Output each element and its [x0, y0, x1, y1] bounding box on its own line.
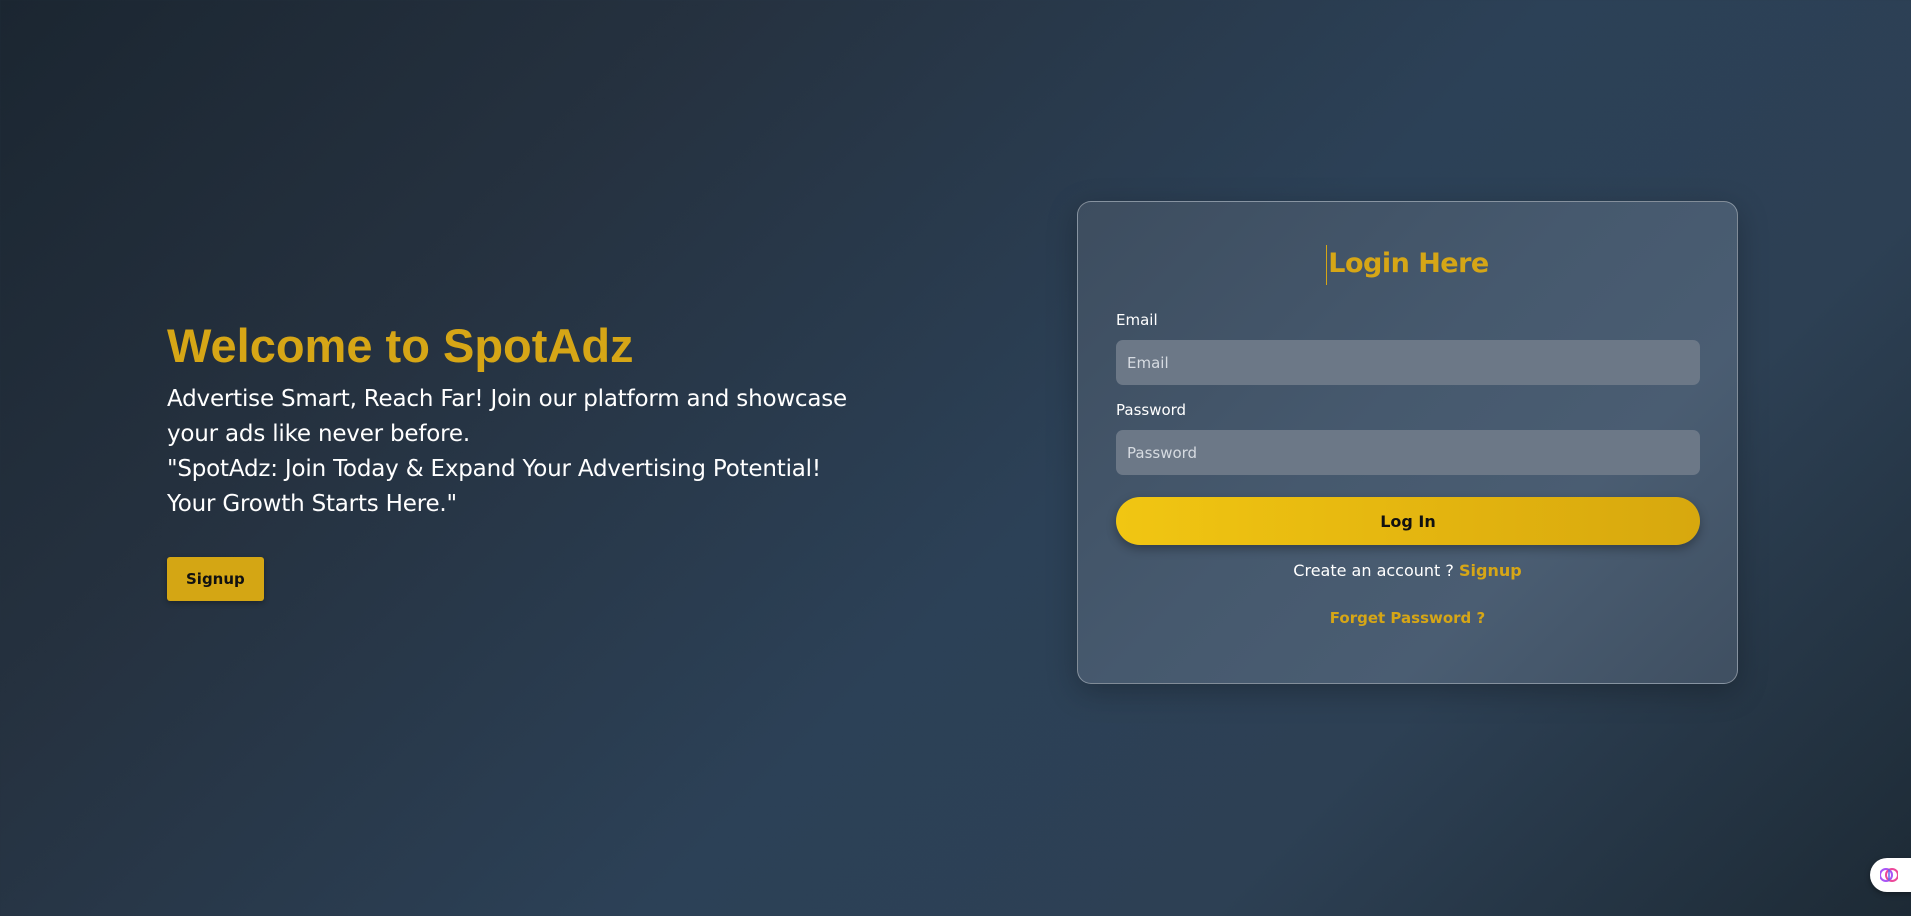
login-title-row: Login Here [1078, 244, 1737, 285]
email-input[interactable] [1116, 340, 1700, 385]
create-account-row: Create an account ? Signup [1078, 561, 1737, 580]
login-button[interactable]: Log In [1116, 497, 1700, 545]
login-title: Login Here [1328, 248, 1489, 279]
hero-tagline-line: Your Growth Starts Here." [167, 491, 457, 517]
email-label: Email [1116, 311, 1158, 329]
hero-tagline-line: your ads like never before. [167, 421, 470, 447]
password-label: Password [1116, 401, 1187, 419]
hero-tagline-line: "SpotAdz: Join Today & Expand Your Adver… [167, 456, 821, 482]
login-card: Login Here Email Password Log In Create … [1077, 201, 1738, 684]
password-input[interactable] [1116, 430, 1700, 475]
forget-password-link[interactable]: Forget Password ? [1330, 609, 1485, 627]
hero-signup-button[interactable]: Signup [167, 557, 264, 601]
signup-link[interactable]: Signup [1459, 561, 1522, 580]
assistant-widget-button[interactable] [1870, 858, 1911, 892]
forget-password-row: Forget Password ? [1078, 609, 1737, 627]
create-account-prompt: Create an account ? [1293, 561, 1454, 580]
hero-title: Welcome to SpotAdz [167, 319, 634, 372]
hero-tagline: Advertise Smart, Reach Far! Join our pla… [167, 382, 907, 522]
brain-icon [1880, 868, 1898, 882]
hero-tagline-line: Advertise Smart, Reach Far! Join our pla… [167, 386, 848, 412]
hero-section: Welcome to SpotAdz Advertise Smart, Reac… [167, 318, 907, 601]
